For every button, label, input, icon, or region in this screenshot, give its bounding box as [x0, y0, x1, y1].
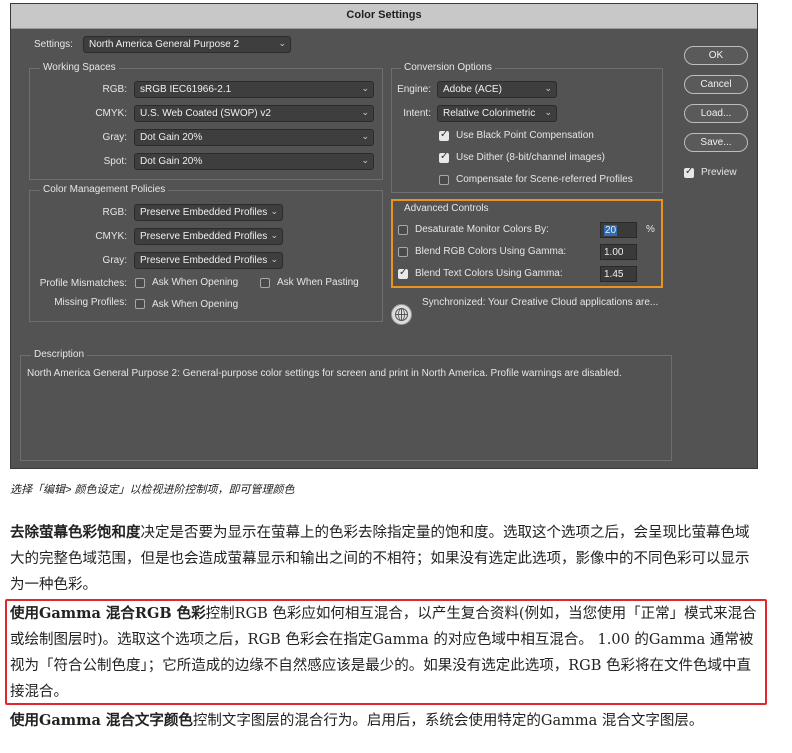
scene-label: Compensate for Scene-referred Profiles — [456, 174, 633, 185]
advanced-title: Advanced Controls — [404, 203, 489, 214]
paragraph-desaturate: 去除萤幕色彩饱和度决定是否要为显示在萤幕上的色彩去除指定量的饱和度。选取这个选项… — [10, 520, 760, 598]
paragraph-blend-rgb: 使用Gamma 混合RGB 色彩控制RGB 色彩应如何相互混合，以产生复合资料(… — [10, 601, 760, 705]
ws-rgb-label: RGB: — [102, 84, 127, 95]
preview-label: Preview — [701, 167, 737, 178]
pol-gray-dropdown[interactable]: Preserve Embedded Profiles ⌄ — [134, 252, 283, 269]
blend-text-label: Blend Text Colors Using Gamma: — [415, 268, 563, 279]
cancel-button[interactable]: Cancel — [684, 75, 748, 94]
description-title: Description — [31, 349, 88, 360]
engine-label: Engine: — [397, 84, 431, 95]
preview-checkbox[interactable] — [684, 166, 694, 178]
chevron-down-icon: ⌄ — [278, 38, 286, 48]
missing-label: Missing Profiles: — [54, 297, 127, 308]
blend-rgb-checkbox[interactable] — [398, 247, 408, 257]
blend-text-field[interactable]: 1.45 — [600, 266, 637, 282]
ask-pasting-label: Ask When Pasting — [277, 277, 359, 288]
ask-opening-label: Ask When Opening — [152, 277, 239, 288]
blend-text-checkbox[interactable] — [398, 267, 408, 279]
ws-spot-label: Spot: — [103, 156, 127, 167]
engine-value: Adobe (ACE) — [443, 84, 502, 95]
pol-rgb-label: RGB: — [102, 207, 127, 218]
ws-cmyk-label: CMYK: — [95, 108, 127, 119]
color-settings-dialog: Color Settings Settings: North America G… — [10, 3, 758, 469]
chevron-down-icon: ⌄ — [544, 107, 552, 117]
ws-rgb-value: sRGB IEC61966-2.1 — [140, 84, 232, 95]
black-point-checkbox[interactable] — [439, 129, 449, 141]
mismatch-label: Profile Mismatches: — [39, 278, 127, 289]
policies-title: Color Management Policies — [40, 184, 169, 195]
blend-rgb-field[interactable]: 1.00 — [600, 244, 637, 260]
chevron-down-icon: ⌄ — [270, 206, 278, 216]
ws-spot-dropdown[interactable]: Dot Gain 20% ⌄ — [134, 153, 374, 170]
settings-label: Settings: — [34, 39, 73, 50]
para1-term: 去除萤幕色彩饱和度 — [10, 524, 141, 541]
sync-globe-icon — [391, 304, 412, 325]
desaturate-value: 20 — [604, 225, 618, 236]
desaturate-field[interactable]: 20 — [600, 222, 637, 238]
chevron-down-icon: ⌄ — [270, 254, 278, 264]
desaturate-label: Desaturate Monitor Colors By: — [415, 224, 549, 235]
ws-cmyk-value: U.S. Web Coated (SWOP) v2 — [140, 108, 271, 119]
working-spaces-title: Working Spaces — [40, 62, 119, 73]
save-button[interactable]: Save... — [684, 133, 748, 152]
missing-ask-opening-label: Ask When Opening — [152, 299, 239, 310]
chevron-down-icon: ⌄ — [544, 83, 552, 93]
window-title: Color Settings — [346, 9, 422, 21]
pol-rgb-value: Preserve Embedded Profiles — [140, 207, 268, 218]
ws-gray-label: Gray: — [102, 132, 127, 143]
intent-value: Relative Colorimetric — [443, 108, 536, 119]
desaturate-checkbox[interactable] — [398, 225, 408, 235]
dither-checkbox[interactable] — [439, 151, 449, 163]
sync-status-text: Synchronized: Your Creative Cloud applic… — [422, 297, 659, 308]
ask-pasting-checkbox[interactable] — [260, 278, 270, 288]
ws-rgb-dropdown[interactable]: sRGB IEC61966-2.1 ⌄ — [134, 81, 374, 98]
title-bar: Color Settings — [11, 4, 757, 29]
para3-term: 使用Gamma 混合文字颜色 — [10, 712, 193, 729]
ws-spot-value: Dot Gain 20% — [140, 156, 203, 167]
dither-label: Use Dither (8-bit/channel images) — [456, 152, 605, 163]
pol-gray-value: Preserve Embedded Profiles — [140, 255, 268, 266]
percent-label: % — [646, 224, 655, 235]
pol-rgb-dropdown[interactable]: Preserve Embedded Profiles ⌄ — [134, 204, 283, 221]
intent-label: Intent: — [403, 108, 431, 119]
black-point-label: Use Black Point Compensation — [456, 130, 594, 141]
pol-cmyk-dropdown[interactable]: Preserve Embedded Profiles ⌄ — [134, 228, 283, 245]
ask-opening-checkbox[interactable] — [135, 278, 145, 288]
pol-cmyk-value: Preserve Embedded Profiles — [140, 231, 268, 242]
conversion-title: Conversion Options — [401, 62, 495, 73]
blend-rgb-label: Blend RGB Colors Using Gamma: — [415, 246, 567, 257]
ws-gray-value: Dot Gain 20% — [140, 132, 203, 143]
para3-text: 控制文字图层的混合行为。启用后，系统会使用特定的Gamma 混合文字图层。 — [192, 713, 704, 729]
chevron-down-icon: ⌄ — [361, 131, 369, 141]
ok-button[interactable]: OK — [684, 46, 748, 65]
chevron-down-icon: ⌄ — [361, 155, 369, 165]
description-text: North America General Purpose 2: General… — [27, 368, 622, 379]
chevron-down-icon: ⌄ — [361, 83, 369, 93]
para2-term: 使用Gamma 混合RGB 色彩 — [10, 605, 206, 622]
scene-checkbox[interactable] — [439, 175, 449, 185]
paragraph-blend-text: 使用Gamma 混合文字颜色控制文字图层的混合行为。启用后，系统会使用特定的Ga… — [10, 708, 760, 734]
settings-dropdown[interactable]: North America General Purpose 2 ⌄ — [83, 36, 291, 53]
ws-cmyk-dropdown[interactable]: U.S. Web Coated (SWOP) v2 ⌄ — [134, 105, 374, 122]
chevron-down-icon: ⌄ — [270, 230, 278, 240]
intent-dropdown[interactable]: Relative Colorimetric ⌄ — [437, 105, 557, 122]
figure-caption: 选择「编辑> 颜色设定」以检视进阶控制项，即可管理颜色 — [10, 484, 295, 496]
engine-dropdown[interactable]: Adobe (ACE) ⌄ — [437, 81, 557, 98]
pol-gray-label: Gray: — [102, 255, 127, 266]
ws-gray-dropdown[interactable]: Dot Gain 20% ⌄ — [134, 129, 374, 146]
pol-cmyk-label: CMYK: — [95, 231, 127, 242]
settings-value: North America General Purpose 2 — [89, 39, 240, 50]
load-button[interactable]: Load... — [684, 104, 748, 123]
chevron-down-icon: ⌄ — [361, 107, 369, 117]
missing-ask-opening-checkbox[interactable] — [135, 299, 145, 309]
